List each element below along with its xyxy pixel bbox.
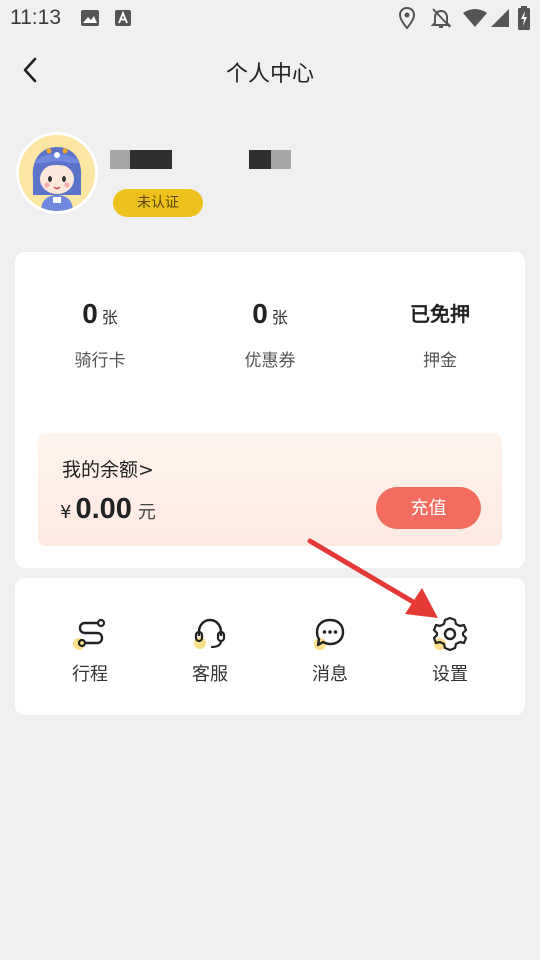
- account-summary-card: 0张 骑行卡 0张 优惠券 已免押 押金 我的余额> ¥0.00 元 充值: [15, 252, 525, 568]
- gear-icon: [432, 616, 468, 652]
- function-menu-card: 行程 客服 消息 设置: [15, 578, 525, 715]
- signal-icon: [491, 9, 509, 27]
- riding-card-label: 骑行卡: [74, 351, 126, 371]
- chat-icon: [314, 618, 345, 650]
- avatar[interactable]: [16, 132, 98, 214]
- deposit-status: 已免押: [410, 302, 470, 326]
- battery-charging-icon: [518, 6, 530, 30]
- recharge-button[interactable]: 充值: [376, 487, 481, 529]
- balance-amount: ¥0.00 元: [60, 493, 156, 526]
- trips-label: 行程: [72, 664, 108, 685]
- coupon-count: 0: [252, 298, 268, 329]
- settings-label: 设置: [432, 664, 468, 685]
- bell-off-icon: [430, 8, 452, 28]
- username-masked: [110, 150, 172, 169]
- balance-panel: 我的余额> ¥0.00 元 充值: [38, 433, 502, 546]
- currency-symbol: ¥: [60, 502, 72, 523]
- balance-title[interactable]: 我的余额>: [62, 455, 154, 482]
- menu-item-messages[interactable]: 消息: [270, 614, 390, 686]
- wifi-icon: [463, 9, 487, 27]
- text-a-icon: [115, 10, 131, 26]
- phone-masked: [249, 150, 291, 169]
- riding-card-unit: 张: [101, 308, 118, 327]
- menu-item-customer-service[interactable]: 客服: [150, 614, 270, 686]
- location-icon: [398, 7, 416, 29]
- deposit-label: 押金: [423, 351, 457, 371]
- balance-unit: 元: [137, 502, 156, 523]
- headset-icon: [194, 618, 226, 649]
- messages-label: 消息: [312, 664, 348, 685]
- menu-item-settings[interactable]: 设置: [390, 614, 510, 686]
- balance-value: 0.00: [75, 493, 132, 525]
- profile-header: 未认证: [0, 130, 540, 230]
- menu-item-trips[interactable]: 行程: [30, 614, 150, 686]
- status-time: 11:13: [10, 6, 61, 29]
- customer-service-label: 客服: [192, 664, 228, 685]
- image-icon: [81, 10, 99, 26]
- coupon-label: 优惠券: [244, 351, 296, 371]
- stat-deposit[interactable]: 已免押 押金: [355, 294, 525, 371]
- stat-riding-card[interactable]: 0张 骑行卡: [15, 294, 185, 371]
- riding-card-count: 0: [82, 298, 98, 329]
- page-title: 个人中心: [225, 62, 314, 87]
- route-icon: [73, 618, 106, 650]
- stat-coupon[interactable]: 0张 优惠券: [185, 294, 355, 371]
- verification-badge[interactable]: 未认证: [113, 189, 203, 217]
- navigation-bar: 个人中心: [0, 44, 540, 96]
- avatar-illustration: [19, 135, 95, 211]
- coupon-unit: 张: [271, 308, 288, 327]
- status-bar: 11:13: [0, 0, 540, 36]
